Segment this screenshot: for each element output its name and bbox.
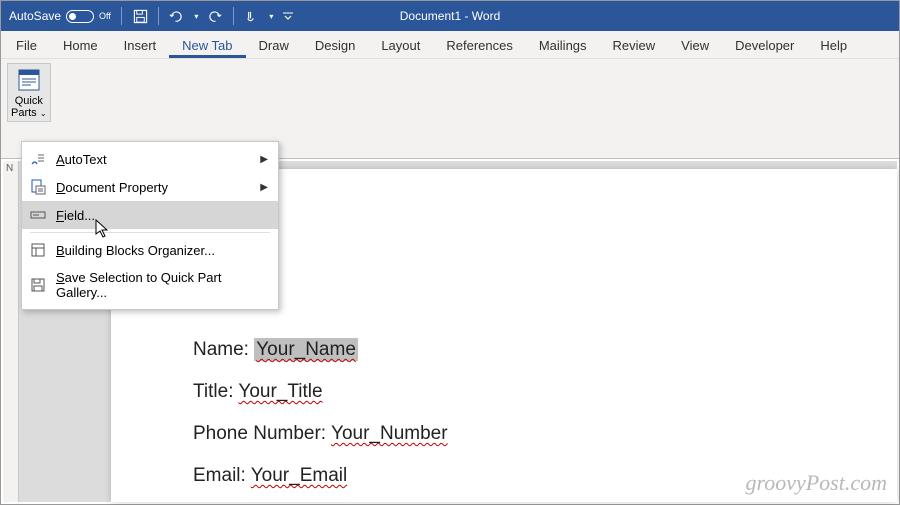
title-bar: AutoSave Off ▾ ▾ Document1 - Word <box>1 1 899 31</box>
email-value[interactable]: Your_Email <box>251 465 347 486</box>
line-title: Title: Your_Title <box>193 381 897 403</box>
menu-autotext[interactable]: AutoText ▶ <box>22 145 278 173</box>
save-icon[interactable] <box>130 5 152 27</box>
menu-field[interactable]: Field... <box>22 201 278 229</box>
tab-view[interactable]: View <box>668 32 722 58</box>
email-label: Email: <box>193 465 251 486</box>
ribbon-tabs: File Home Insert New Tab Draw Design Lay… <box>1 31 899 59</box>
chevron-right-icon: ▶ <box>260 182 268 193</box>
name-value[interactable]: Your_Name <box>254 338 358 361</box>
tab-new-tab[interactable]: New Tab <box>169 32 245 58</box>
menu-docprop-label: Document Property <box>56 180 168 195</box>
quick-parts-button[interactable]: Quick Parts ⌄ <box>7 63 51 122</box>
tab-insert[interactable]: Insert <box>111 32 170 58</box>
tab-developer[interactable]: Developer <box>722 32 807 58</box>
customize-qat-icon[interactable] <box>280 5 296 27</box>
menu-bbo-label: Building Blocks Organizer... <box>56 243 215 258</box>
autotext-icon <box>30 151 46 167</box>
separator <box>233 7 234 25</box>
tab-file[interactable]: File <box>3 32 50 58</box>
phone-label: Phone Number: <box>193 423 331 444</box>
phone-value[interactable]: Your_Number <box>331 423 448 444</box>
name-label: Name: <box>193 339 254 360</box>
field-icon <box>30 207 46 223</box>
tab-references[interactable]: References <box>433 32 525 58</box>
undo-dropdown-icon[interactable]: ▾ <box>191 5 201 27</box>
document-property-icon <box>30 179 46 195</box>
tab-home[interactable]: Home <box>50 32 111 58</box>
quick-parts-label-1: Quick <box>15 95 43 107</box>
redo-icon[interactable] <box>205 5 227 27</box>
touch-mode-icon[interactable] <box>240 5 262 27</box>
tab-layout[interactable]: Layout <box>368 32 433 58</box>
tab-design[interactable]: Design <box>302 32 368 58</box>
save-gallery-icon <box>30 277 46 293</box>
tab-help[interactable]: Help <box>807 32 860 58</box>
document-title: Document1 - Word <box>400 9 500 23</box>
autosave-label: AutoSave <box>9 9 61 23</box>
quick-access-toolbar: ▾ ▾ <box>124 5 302 27</box>
menu-field-label: Field... <box>56 208 95 223</box>
quick-parts-dropdown: AutoText ▶ Document Property ▶ Field... … <box>21 141 279 310</box>
tab-mailings[interactable]: Mailings <box>526 32 600 58</box>
touch-dropdown-icon[interactable]: ▾ <box>266 5 276 27</box>
tab-draw[interactable]: Draw <box>246 32 302 58</box>
menu-document-property[interactable]: Document Property ▶ <box>22 173 278 201</box>
menu-building-blocks-organizer[interactable]: Building Blocks Organizer... <box>22 236 278 264</box>
separator <box>121 7 122 25</box>
toggle-off-icon <box>66 10 94 23</box>
vertical-ruler: N <box>3 161 19 502</box>
title-label: Title: <box>193 381 238 402</box>
tab-review[interactable]: Review <box>600 32 669 58</box>
title-value[interactable]: Your_Title <box>238 381 322 402</box>
menu-autotext-label: AutoText <box>56 152 107 167</box>
autosave-state: Off <box>99 11 111 21</box>
undo-icon[interactable] <box>165 5 187 27</box>
chevron-right-icon: ▶ <box>260 154 268 165</box>
quick-parts-label-2: Parts ⌄ <box>11 107 47 119</box>
line-name: Name: Your_Name <box>193 339 897 361</box>
quick-parts-icon <box>17 68 41 92</box>
separator <box>158 7 159 25</box>
menu-save-selection[interactable]: Save Selection to Quick Part Gallery... <box>22 264 278 306</box>
building-blocks-icon <box>30 242 46 258</box>
line-phone: Phone Number: Your_Number <box>193 423 897 445</box>
menu-save-label: Save Selection to Quick Part Gallery... <box>56 270 270 300</box>
watermark: groovyPost.com <box>745 470 887 496</box>
separator <box>30 232 270 233</box>
autosave-toggle[interactable]: AutoSave Off <box>1 9 119 23</box>
ruler-marker: N <box>3 161 18 174</box>
